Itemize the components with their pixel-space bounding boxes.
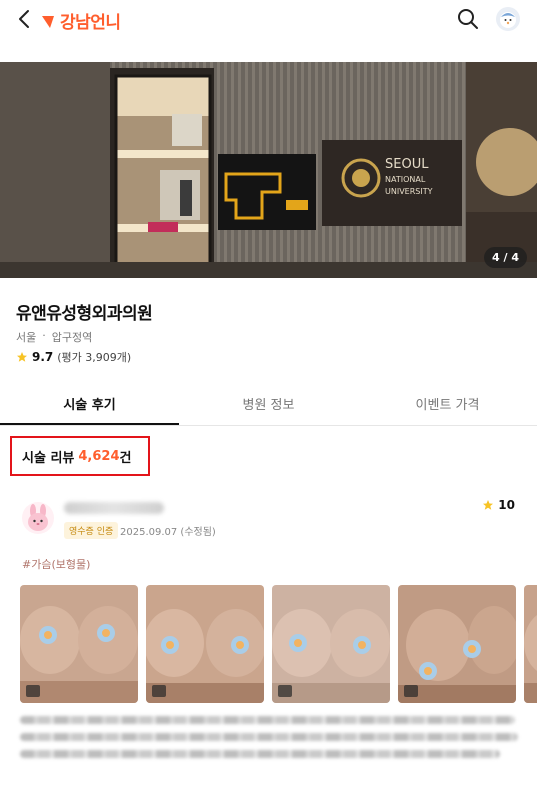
hospital-rating: 9.7 (평가 3,909개): [16, 349, 131, 365]
review-photo[interactable]: [146, 585, 264, 703]
tab-event-price[interactable]: 이벤트 가격: [358, 384, 537, 425]
review-count-number: 4,624: [78, 448, 120, 464]
region: 서울: [16, 331, 37, 344]
review-photo[interactable]: [20, 585, 138, 703]
camera-icon: [26, 685, 40, 697]
hospital-interior-photo: SEOUL NATIONAL UNIVERSITY: [0, 62, 537, 278]
hospital-name: 유앤유성형외과의원: [16, 304, 153, 324]
review-photo[interactable]: [398, 585, 516, 703]
review-text-blurred: [20, 716, 520, 767]
camera-icon: [152, 685, 166, 697]
sign-text-3: UNIVERSITY: [385, 187, 433, 196]
logo-text: 강남언니: [60, 13, 121, 33]
review-photos[interactable]: [20, 585, 537, 703]
location-separator: ·: [42, 329, 46, 342]
star-icon: [17, 352, 27, 362]
back-arrow-icon[interactable]: [14, 8, 36, 30]
review-score: 10: [482, 498, 515, 512]
camera-icon: [278, 685, 292, 697]
camera-icon: [404, 685, 418, 697]
review-photo[interactable]: [524, 585, 537, 703]
censored-photo: [524, 585, 537, 703]
rating-count: (평가 3,909개): [57, 351, 132, 364]
app-logo[interactable]: 강남언니: [40, 8, 121, 33]
tab-bar: 시술 후기 병원 정보 이벤트 가격: [0, 384, 537, 426]
profile-avatar[interactable]: [496, 7, 520, 31]
carousel-pager: 4 / 4: [484, 247, 527, 268]
sign-text-2: NATIONAL: [385, 175, 426, 184]
avatar-face-icon: [500, 12, 516, 28]
reviewer-name-blurred: [64, 502, 164, 514]
star-icon: [483, 500, 494, 510]
rating-score: 9.7: [32, 350, 54, 364]
review-photo[interactable]: [272, 585, 390, 703]
bunny-avatar-icon: [28, 504, 48, 531]
receipt-verified-badge: 영수증 인증: [64, 522, 119, 539]
hospital-photo-carousel[interactable]: SEOUL NATIONAL UNIVERSITY 4 / 4: [0, 62, 537, 278]
hospital-location: 서울 · 압구정역: [16, 329, 92, 345]
station: 압구정역: [51, 331, 93, 344]
review-date: 2025.09.07 (수정됨): [120, 527, 216, 538]
review-score-value: 10: [498, 498, 515, 512]
search-icon[interactable]: [456, 7, 480, 31]
top-bar: 강남언니: [0, 0, 537, 38]
review-count-label: 시술 리뷰: [22, 450, 75, 466]
logo-mark-icon: [42, 15, 54, 28]
review-count-header: 시술 리뷰 4,624 건: [10, 436, 150, 476]
review-count-suffix: 건: [119, 450, 132, 466]
procedure-tag[interactable]: #가슴(보형물): [22, 556, 90, 572]
reviewer-avatar[interactable]: [22, 502, 54, 534]
sign-text-1: SEOUL: [385, 157, 429, 172]
tab-hospital-info[interactable]: 병원 정보: [179, 384, 358, 425]
tab-reviews[interactable]: 시술 후기: [0, 384, 179, 425]
